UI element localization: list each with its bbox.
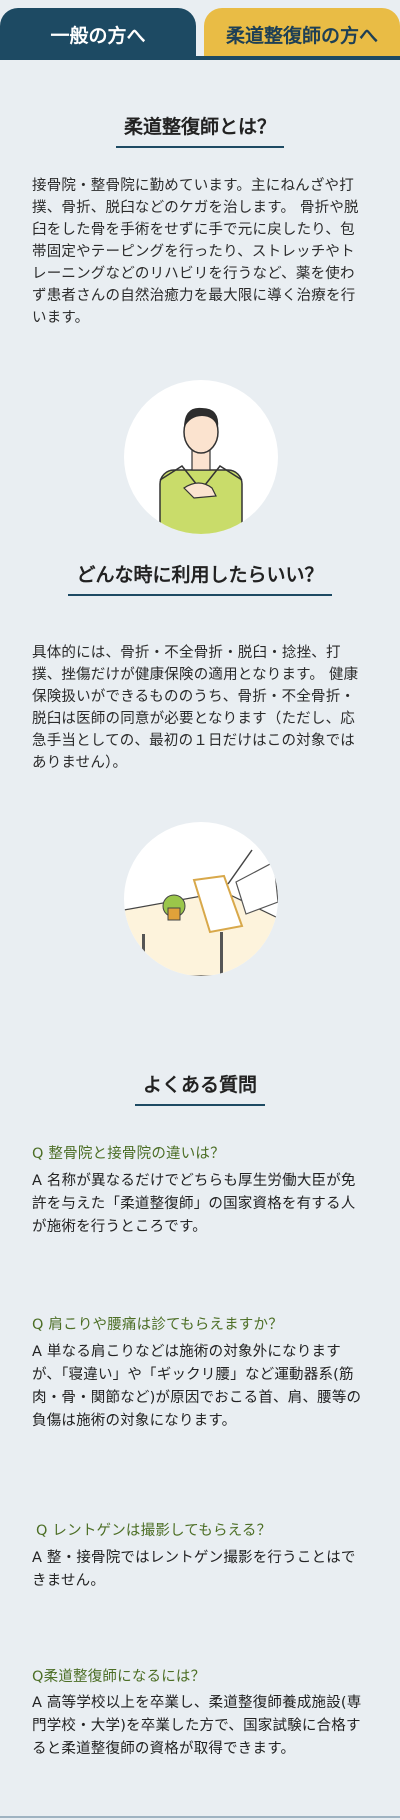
faq-answer-4: A 高等学校以上を卒業し、柔道整復師養成施設(専門学校・大学)を卒業した方で、国…: [32, 1695, 362, 1757]
section-title-about-text: 柔道整復師とは？: [115, 112, 284, 148]
faq-question-3: Q レントゲンは撮影してもらえる？: [36, 1523, 272, 1539]
main-content: 柔道整復師とは？ 接骨院・整骨院に勤めています。主にねんざや打撲、骨折、脱臼など…: [0, 60, 400, 1818]
faq-answer-3: A 整・接骨院ではレントゲン撮影を行うことはできません。: [32, 1550, 356, 1589]
therapist-image: [159, 407, 243, 534]
desk-image: [124, 849, 278, 976]
faq-answer-2: A 単なる肩こりなどは施術の対象外になりますが、「寝違い」や「ギックリ腰」など運…: [32, 1344, 362, 1429]
section-title-faq-text: よくある質問: [134, 1070, 265, 1106]
section-title-faq: よくある質問: [0, 1070, 400, 1106]
faq-answer-1: A 名称が異なるだけでどちらも厚生労働大臣が免許を与えた「柔道整復師」の国家資格…: [32, 1173, 356, 1235]
faq-question-2: Q 肩こりや腰痛は診てもらえますか？: [32, 1317, 283, 1333]
section-title-when: どんな時に利用したらいい？: [0, 560, 400, 596]
tab-general[interactable]: 一般の方へ: [0, 8, 196, 60]
tab-bar: 一般の方へ 柔道整復師の方へ: [0, 0, 400, 60]
about-paragraph: 接骨院・整骨院に勤めています。主にねんざや打撲、骨折、脱臼などのケガを治します。…: [32, 178, 359, 326]
tab-judo-therapist[interactable]: 柔道整復師の方へ: [204, 8, 400, 60]
bottom-divider: [0, 1816, 400, 1818]
faq-question-4: Q柔道整復師になるには？: [32, 1669, 206, 1685]
desk-illustration: [124, 822, 278, 976]
therapist-illustration: [124, 380, 278, 534]
section-title-about: 柔道整復師とは？: [0, 112, 400, 148]
faq-question-1: Q 整骨院と接骨院の違いは？: [32, 1146, 225, 1162]
when-paragraph: 具体的には、骨折・不全骨折・脱臼・捻挫、打撲、挫傷だけが健康保険の適用となります…: [32, 645, 359, 771]
section-title-when-text: どんな時に利用したらいい？: [68, 560, 332, 596]
